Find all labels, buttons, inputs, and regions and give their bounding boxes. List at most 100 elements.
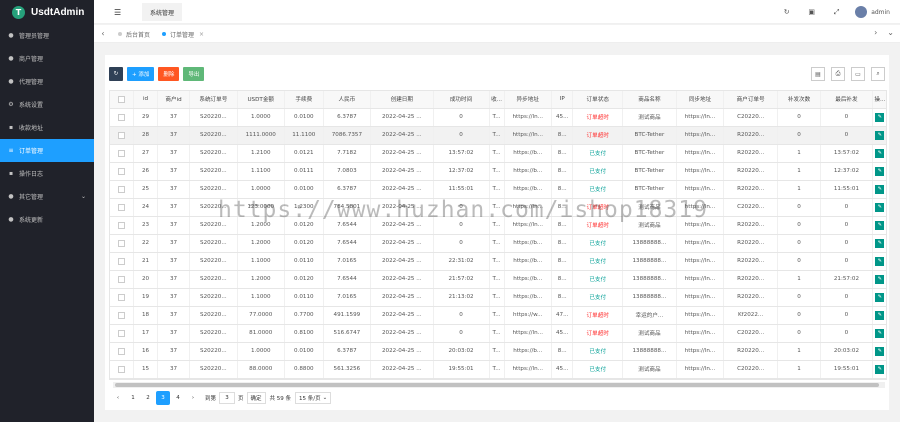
edit-icon[interactable]: ✎ (875, 112, 885, 122)
row-checkbox[interactable] (118, 131, 126, 139)
column-header[interactable]: 系统订单号 (189, 91, 238, 109)
row-checkbox[interactable] (118, 329, 126, 337)
sidebar-item[interactable]: ⚙ 系统设置 (0, 93, 94, 116)
sidebar-item[interactable]: ● 其它管理 ⌄ (0, 185, 94, 208)
scrollbar-thumb[interactable] (115, 383, 879, 387)
row-checkbox[interactable] (118, 293, 126, 301)
table-row[interactable]: 28 37 S20220... 1111.0000 11.1100 7086.7357 20… (110, 126, 886, 145)
page-button[interactable]: 3 (156, 391, 170, 405)
column-header[interactable]: 创建日期 (370, 91, 434, 109)
sidebar-item[interactable]: ≡ 订单管理 (0, 139, 94, 162)
fullscreen-icon[interactable]: ⤢ (824, 8, 849, 17)
column-header[interactable]: 补发次数 (777, 91, 822, 109)
edit-icon[interactable]: ✎ (875, 346, 885, 356)
column-header[interactable]: id (133, 91, 158, 109)
table-row[interactable]: 17 37 S20220... 81.0000 0.8100 516.6747 2022-0… (110, 324, 886, 343)
edit-icon[interactable]: ✎ (875, 238, 885, 248)
refresh-button[interactable]: ↻ (109, 67, 123, 81)
tab-order-management[interactable]: 订单管理 × (156, 25, 210, 43)
lock-icon[interactable]: ▣ (799, 8, 824, 16)
next-page-button[interactable]: › (186, 391, 200, 405)
row-checkbox[interactable] (118, 185, 126, 193)
edit-icon[interactable]: ✎ (875, 310, 885, 320)
column-header[interactable]: 手续费 (284, 91, 324, 109)
table-row[interactable]: 29 37 S20220... 1.0000 0.0100 6.3787 2022-04-2… (110, 108, 886, 127)
close-icon[interactable]: × (199, 31, 204, 38)
table-row[interactable]: 15 37 S20220... 88.0000 0.8800 561.3256 2022-0… (110, 360, 886, 379)
export-icon[interactable]: ⎙ (831, 67, 845, 81)
select-all-header[interactable] (110, 91, 135, 109)
table-row[interactable]: 25 37 S20220... 1.0000 0.0100 6.3787 2022-04-2… (110, 180, 886, 199)
export-button[interactable]: 导出 (183, 67, 205, 81)
tabs-scroll-right-icon[interactable]: › (874, 28, 877, 37)
row-checkbox[interactable] (118, 239, 126, 247)
goto-page-input[interactable]: 3 (219, 392, 236, 404)
delete-button[interactable]: 删除 (158, 67, 180, 81)
table-row[interactable]: 19 37 S20220... 1.1000 0.0110 7.0165 2022-04-2… (110, 288, 886, 307)
print-icon[interactable]: ▭ (851, 67, 865, 81)
column-header[interactable]: 收... (489, 91, 505, 109)
table-row[interactable]: 26 37 S20220... 1.1100 0.0111 7.0803 2022-04-2… (110, 162, 886, 181)
column-header[interactable]: IP (551, 91, 574, 109)
edit-icon[interactable]: ✎ (875, 256, 885, 266)
row-checkbox[interactable] (118, 347, 126, 355)
search-icon[interactable]: ⌕ (871, 67, 885, 81)
column-header[interactable]: 商户id (157, 91, 191, 109)
goto-confirm-button[interactable]: 确定 (246, 392, 266, 404)
refresh-icon[interactable]: ↻ (774, 8, 799, 16)
page-button[interactable]: 1 (126, 391, 140, 405)
table-row[interactable]: 22 37 S20220... 1.2000 0.0120 7.6544 2022-04-2… (110, 234, 886, 253)
sidebar-item[interactable]: ▪ 收款地址 (0, 116, 94, 139)
edit-icon[interactable]: ✎ (875, 274, 885, 284)
edit-icon[interactable]: ✎ (875, 202, 885, 212)
column-header[interactable]: 同步地址 (676, 91, 725, 109)
column-header[interactable]: 商品名称 (622, 91, 677, 109)
edit-icon[interactable]: ✎ (875, 292, 885, 302)
row-checkbox[interactable] (118, 221, 126, 229)
table-row[interactable]: 21 37 S20220... 1.1000 0.0110 7.0165 2022-04-2… (110, 252, 886, 271)
row-checkbox[interactable] (118, 167, 126, 175)
sidebar-item[interactable]: ● 系统更新 (0, 208, 94, 231)
column-header[interactable]: USDT金额 (237, 91, 285, 109)
logo[interactable]: T UsdtAdmin (0, 0, 94, 24)
sidebar-item[interactable]: ● 管理员管理 (0, 24, 94, 47)
add-button[interactable]: + 添加 (127, 67, 155, 81)
sidebar-item[interactable]: ● 代理管理 (0, 70, 94, 93)
user-menu[interactable]: admin (855, 6, 890, 18)
columns-icon[interactable]: ▤ (811, 67, 825, 81)
row-checkbox[interactable] (118, 203, 126, 211)
row-checkbox[interactable] (118, 311, 126, 319)
table-row[interactable]: 24 37 S20220... 123.0000 1.2300 784.5801 2022-… (110, 198, 886, 217)
edit-icon[interactable]: ✎ (875, 184, 885, 194)
tabs-scroll-left-icon[interactable]: ‹ (98, 29, 108, 38)
edit-icon[interactable]: ✎ (875, 130, 885, 140)
header-tab-system[interactable]: 系统管理 (142, 3, 183, 21)
sidebar-item[interactable]: ▪ 操作日志 (0, 162, 94, 185)
table-row[interactable]: 18 37 S20220... 77.0000 0.7700 491.1599 2022-0… (110, 306, 886, 325)
tab-home[interactable]: 后台首页 (112, 25, 156, 43)
edit-icon[interactable]: ✎ (875, 148, 885, 158)
edit-icon[interactable]: ✎ (875, 220, 885, 230)
edit-icon[interactable]: ✎ (875, 166, 885, 176)
page-button[interactable]: 4 (171, 391, 185, 405)
row-checkbox[interactable] (118, 149, 126, 157)
sidebar-item[interactable]: ● 商户管理 (0, 47, 94, 70)
column-header[interactable]: 成功时间 (433, 91, 490, 109)
row-checkbox[interactable] (118, 275, 126, 283)
table-row[interactable]: 27 37 S20220... 1.2100 0.0121 7.7182 2022-04-2… (110, 144, 886, 163)
column-header[interactable]: 异步地址 (504, 91, 552, 109)
edit-icon[interactable]: ✎ (875, 328, 885, 338)
table-row[interactable]: 23 37 S20220... 1.2000 0.0120 7.6544 2022-04-2… (110, 216, 886, 235)
edit-icon[interactable]: ✎ (875, 364, 885, 374)
column-header[interactable]: 商户订单号 (723, 91, 779, 109)
per-page-select[interactable]: 15 条/页 ⌄ (295, 392, 332, 404)
row-checkbox[interactable] (118, 257, 126, 265)
column-header[interactable]: 最后补发 (820, 91, 873, 109)
prev-page-button[interactable]: ‹ (111, 391, 125, 405)
column-header[interactable]: 人民币 (323, 91, 372, 109)
row-checkbox[interactable] (118, 365, 126, 373)
tabs-dropdown-icon[interactable]: ⌄ (887, 28, 894, 37)
select-all-checkbox[interactable] (118, 95, 126, 103)
page-button[interactable]: 2 (141, 391, 155, 405)
menu-toggle-icon[interactable]: ☰ (114, 8, 121, 17)
